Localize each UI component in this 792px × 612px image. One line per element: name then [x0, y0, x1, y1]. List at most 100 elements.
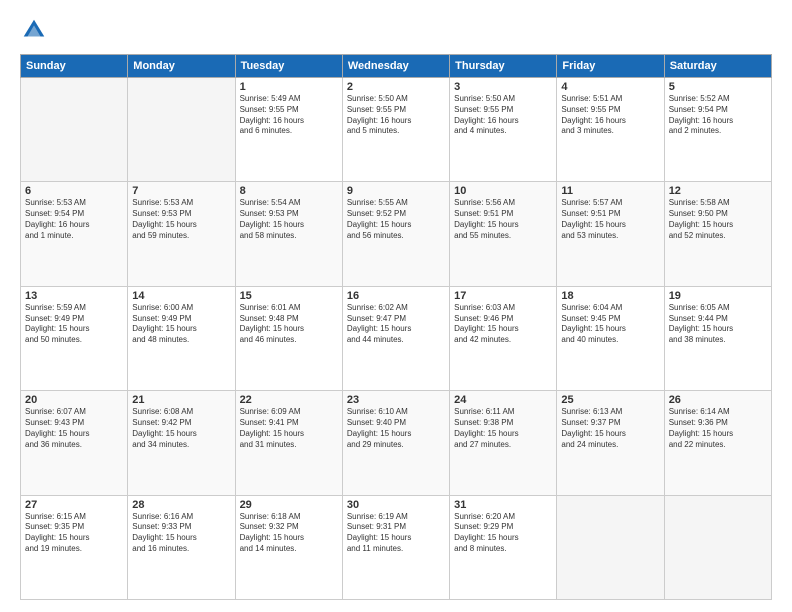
day-info: Sunrise: 5:55 AM Sunset: 9:52 PM Dayligh… [347, 198, 445, 241]
day-info: Sunrise: 6:15 AM Sunset: 9:35 PM Dayligh… [25, 512, 123, 555]
calendar-cell: 21Sunrise: 6:08 AM Sunset: 9:42 PM Dayli… [128, 391, 235, 495]
calendar-cell: 13Sunrise: 5:59 AM Sunset: 9:49 PM Dayli… [21, 286, 128, 390]
calendar-cell: 30Sunrise: 6:19 AM Sunset: 9:31 PM Dayli… [342, 495, 449, 599]
day-info: Sunrise: 5:49 AM Sunset: 9:55 PM Dayligh… [240, 94, 338, 137]
day-info: Sunrise: 6:14 AM Sunset: 9:36 PM Dayligh… [669, 407, 767, 450]
day-number: 12 [669, 185, 767, 197]
day-info: Sunrise: 6:01 AM Sunset: 9:48 PM Dayligh… [240, 303, 338, 346]
day-number: 28 [132, 499, 230, 511]
day-info: Sunrise: 6:18 AM Sunset: 9:32 PM Dayligh… [240, 512, 338, 555]
calendar-header-friday: Friday [557, 55, 664, 78]
day-info: Sunrise: 5:53 AM Sunset: 9:53 PM Dayligh… [132, 198, 230, 241]
day-info: Sunrise: 6:09 AM Sunset: 9:41 PM Dayligh… [240, 407, 338, 450]
day-number: 10 [454, 185, 552, 197]
day-number: 4 [561, 81, 659, 93]
day-info: Sunrise: 6:19 AM Sunset: 9:31 PM Dayligh… [347, 512, 445, 555]
calendar-cell: 1Sunrise: 5:49 AM Sunset: 9:55 PM Daylig… [235, 78, 342, 182]
calendar-week-4: 20Sunrise: 6:07 AM Sunset: 9:43 PM Dayli… [21, 391, 772, 495]
day-number: 31 [454, 499, 552, 511]
day-info: Sunrise: 5:53 AM Sunset: 9:54 PM Dayligh… [25, 198, 123, 241]
calendar-cell: 26Sunrise: 6:14 AM Sunset: 9:36 PM Dayli… [664, 391, 771, 495]
calendar-week-3: 13Sunrise: 5:59 AM Sunset: 9:49 PM Dayli… [21, 286, 772, 390]
calendar-header-thursday: Thursday [450, 55, 557, 78]
calendar-cell: 17Sunrise: 6:03 AM Sunset: 9:46 PM Dayli… [450, 286, 557, 390]
calendar-cell: 11Sunrise: 5:57 AM Sunset: 9:51 PM Dayli… [557, 182, 664, 286]
calendar-header-tuesday: Tuesday [235, 55, 342, 78]
calendar-cell: 12Sunrise: 5:58 AM Sunset: 9:50 PM Dayli… [664, 182, 771, 286]
day-number: 7 [132, 185, 230, 197]
day-info: Sunrise: 5:50 AM Sunset: 9:55 PM Dayligh… [347, 94, 445, 137]
calendar-cell: 18Sunrise: 6:04 AM Sunset: 9:45 PM Dayli… [557, 286, 664, 390]
calendar-cell: 25Sunrise: 6:13 AM Sunset: 9:37 PM Dayli… [557, 391, 664, 495]
calendar-week-5: 27Sunrise: 6:15 AM Sunset: 9:35 PM Dayli… [21, 495, 772, 599]
day-number: 30 [347, 499, 445, 511]
day-number: 1 [240, 81, 338, 93]
calendar-cell: 2Sunrise: 5:50 AM Sunset: 9:55 PM Daylig… [342, 78, 449, 182]
calendar-header-saturday: Saturday [664, 55, 771, 78]
day-number: 16 [347, 290, 445, 302]
day-info: Sunrise: 6:13 AM Sunset: 9:37 PM Dayligh… [561, 407, 659, 450]
page: SundayMondayTuesdayWednesdayThursdayFrid… [0, 0, 792, 612]
calendar-week-1: 1Sunrise: 5:49 AM Sunset: 9:55 PM Daylig… [21, 78, 772, 182]
day-info: Sunrise: 6:07 AM Sunset: 9:43 PM Dayligh… [25, 407, 123, 450]
day-number: 8 [240, 185, 338, 197]
calendar-header-row: SundayMondayTuesdayWednesdayThursdayFrid… [21, 55, 772, 78]
calendar-cell [128, 78, 235, 182]
day-number: 23 [347, 394, 445, 406]
calendar-cell: 28Sunrise: 6:16 AM Sunset: 9:33 PM Dayli… [128, 495, 235, 599]
day-number: 17 [454, 290, 552, 302]
day-info: Sunrise: 5:51 AM Sunset: 9:55 PM Dayligh… [561, 94, 659, 137]
day-number: 27 [25, 499, 123, 511]
day-number: 19 [669, 290, 767, 302]
calendar-header-wednesday: Wednesday [342, 55, 449, 78]
day-number: 14 [132, 290, 230, 302]
calendar-cell: 16Sunrise: 6:02 AM Sunset: 9:47 PM Dayli… [342, 286, 449, 390]
day-number: 26 [669, 394, 767, 406]
calendar-cell: 24Sunrise: 6:11 AM Sunset: 9:38 PM Dayli… [450, 391, 557, 495]
day-number: 21 [132, 394, 230, 406]
calendar: SundayMondayTuesdayWednesdayThursdayFrid… [20, 54, 772, 600]
calendar-cell: 8Sunrise: 5:54 AM Sunset: 9:53 PM Daylig… [235, 182, 342, 286]
calendar-cell [21, 78, 128, 182]
day-number: 29 [240, 499, 338, 511]
logo [20, 16, 52, 44]
calendar-header-sunday: Sunday [21, 55, 128, 78]
calendar-cell [557, 495, 664, 599]
day-number: 20 [25, 394, 123, 406]
day-number: 6 [25, 185, 123, 197]
calendar-cell: 23Sunrise: 6:10 AM Sunset: 9:40 PM Dayli… [342, 391, 449, 495]
calendar-cell: 3Sunrise: 5:50 AM Sunset: 9:55 PM Daylig… [450, 78, 557, 182]
calendar-cell: 7Sunrise: 5:53 AM Sunset: 9:53 PM Daylig… [128, 182, 235, 286]
calendar-cell: 5Sunrise: 5:52 AM Sunset: 9:54 PM Daylig… [664, 78, 771, 182]
calendar-cell: 14Sunrise: 6:00 AM Sunset: 9:49 PM Dayli… [128, 286, 235, 390]
day-number: 11 [561, 185, 659, 197]
day-info: Sunrise: 5:58 AM Sunset: 9:50 PM Dayligh… [669, 198, 767, 241]
calendar-cell: 19Sunrise: 6:05 AM Sunset: 9:44 PM Dayli… [664, 286, 771, 390]
calendar-cell: 20Sunrise: 6:07 AM Sunset: 9:43 PM Dayli… [21, 391, 128, 495]
calendar-cell: 22Sunrise: 6:09 AM Sunset: 9:41 PM Dayli… [235, 391, 342, 495]
day-info: Sunrise: 5:56 AM Sunset: 9:51 PM Dayligh… [454, 198, 552, 241]
day-info: Sunrise: 5:50 AM Sunset: 9:55 PM Dayligh… [454, 94, 552, 137]
day-number: 15 [240, 290, 338, 302]
calendar-cell: 15Sunrise: 6:01 AM Sunset: 9:48 PM Dayli… [235, 286, 342, 390]
calendar-cell: 31Sunrise: 6:20 AM Sunset: 9:29 PM Dayli… [450, 495, 557, 599]
calendar-cell: 10Sunrise: 5:56 AM Sunset: 9:51 PM Dayli… [450, 182, 557, 286]
day-number: 22 [240, 394, 338, 406]
header [20, 16, 772, 44]
day-info: Sunrise: 6:08 AM Sunset: 9:42 PM Dayligh… [132, 407, 230, 450]
day-info: Sunrise: 5:57 AM Sunset: 9:51 PM Dayligh… [561, 198, 659, 241]
calendar-cell: 4Sunrise: 5:51 AM Sunset: 9:55 PM Daylig… [557, 78, 664, 182]
day-info: Sunrise: 6:05 AM Sunset: 9:44 PM Dayligh… [669, 303, 767, 346]
day-info: Sunrise: 6:02 AM Sunset: 9:47 PM Dayligh… [347, 303, 445, 346]
day-info: Sunrise: 6:20 AM Sunset: 9:29 PM Dayligh… [454, 512, 552, 555]
day-number: 18 [561, 290, 659, 302]
day-info: Sunrise: 5:52 AM Sunset: 9:54 PM Dayligh… [669, 94, 767, 137]
day-number: 3 [454, 81, 552, 93]
day-info: Sunrise: 5:54 AM Sunset: 9:53 PM Dayligh… [240, 198, 338, 241]
day-info: Sunrise: 6:10 AM Sunset: 9:40 PM Dayligh… [347, 407, 445, 450]
day-info: Sunrise: 6:03 AM Sunset: 9:46 PM Dayligh… [454, 303, 552, 346]
day-info: Sunrise: 5:59 AM Sunset: 9:49 PM Dayligh… [25, 303, 123, 346]
logo-icon [20, 16, 48, 44]
day-number: 13 [25, 290, 123, 302]
day-info: Sunrise: 6:00 AM Sunset: 9:49 PM Dayligh… [132, 303, 230, 346]
